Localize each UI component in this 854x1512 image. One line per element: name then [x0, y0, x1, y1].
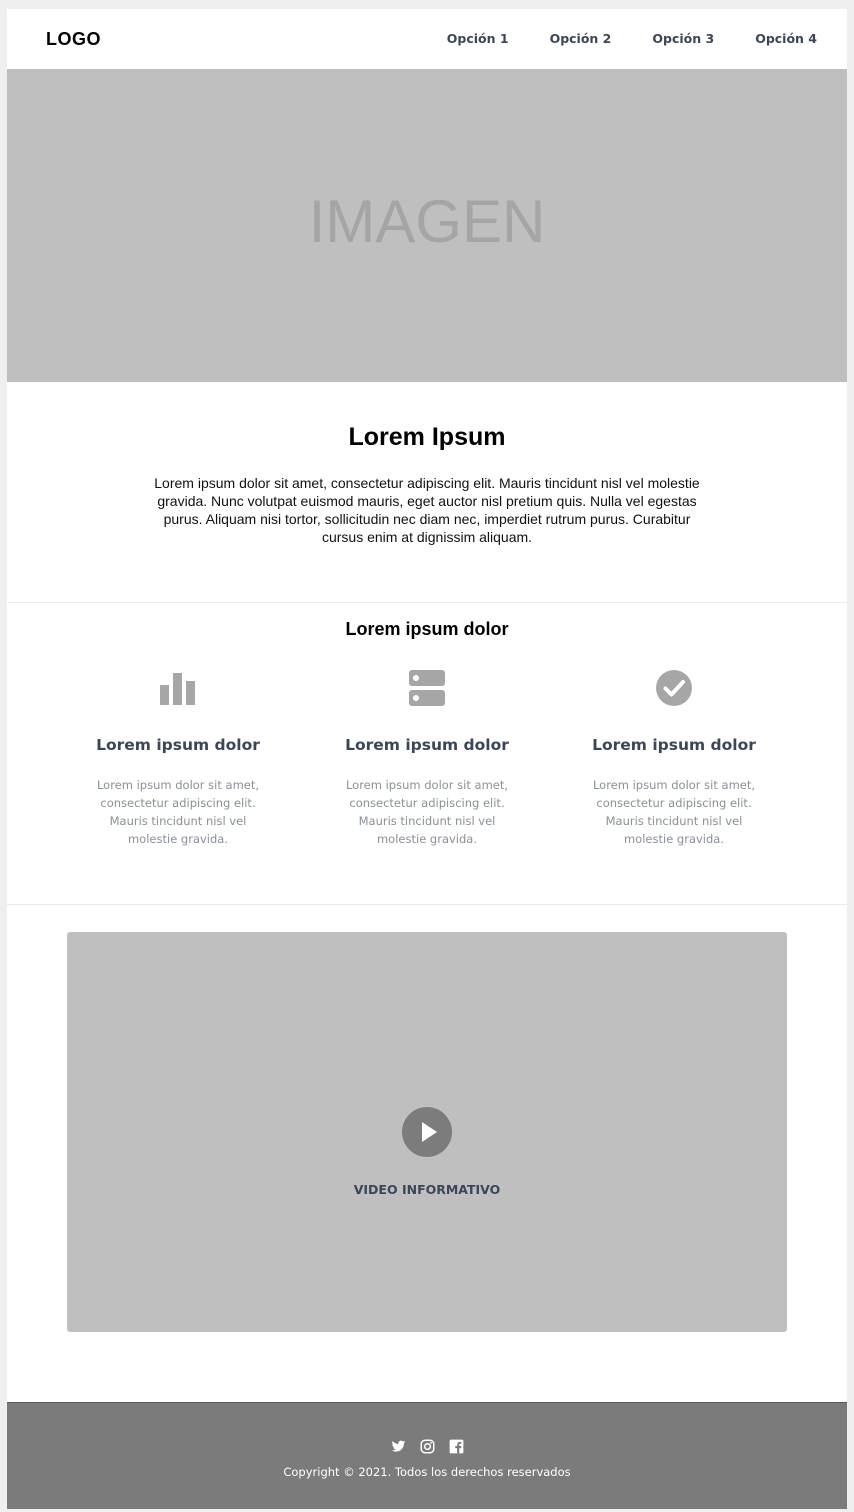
play-icon[interactable] [402, 1107, 452, 1157]
copyright-text: Copyright © 2021. Todos los derechos res… [283, 1465, 571, 1479]
main-nav: Opción 1 Opción 2 Opción 3 Opción 4 [406, 31, 817, 46]
feature-body: Lorem ipsum dolor sit amet, consectetur … [345, 778, 509, 846]
check-circle-icon [579, 664, 769, 712]
site-header: LOGO Opción 1 Opción 2 Opción 3 Opción 4 [7, 9, 847, 69]
server-icon [332, 664, 522, 712]
feature-body: Lorem ipsum dolor sit amet, consectetur … [96, 778, 260, 846]
nav-option-4[interactable]: Opción 4 [755, 31, 817, 46]
video-player[interactable]: VIDEO INFORMATIVO [67, 932, 787, 1332]
feature-card: Lorem ipsum dolor Lorem ipsum dolor sit … [579, 664, 769, 848]
instagram-icon[interactable] [420, 1439, 435, 1454]
hero-image-placeholder: IMAGEN [7, 69, 847, 382]
feature-title: Lorem ipsum dolor [96, 736, 260, 754]
feature-body: Lorem ipsum dolor sit amet, consectetur … [592, 778, 756, 846]
page: LOGO Opción 1 Opción 2 Opción 3 Opción 4… [7, 9, 847, 1509]
feature-title: Lorem ipsum dolor [592, 736, 756, 754]
site-footer: Copyright © 2021. Todos los derechos res… [7, 1402, 847, 1509]
intro-body: Lorem ipsum dolor sit amet, consectetur … [154, 475, 700, 545]
social-links [7, 1439, 847, 1454]
feature-card: Lorem ipsum dolor Lorem ipsum dolor sit … [332, 664, 522, 848]
section-divider [7, 602, 847, 603]
section-divider [7, 904, 847, 905]
hero-placeholder-text: IMAGEN [308, 188, 546, 255]
intro-title: Lorem Ipsum [348, 423, 506, 451]
nav-option-2[interactable]: Opción 2 [550, 31, 612, 46]
nav-option-1[interactable]: Opción 1 [447, 31, 509, 46]
feature-card: Lorem ipsum dolor Lorem ipsum dolor sit … [83, 664, 273, 848]
video-label: VIDEO INFORMATIVO [353, 1182, 501, 1197]
nav-option-3[interactable]: Opción 3 [652, 31, 714, 46]
feature-title: Lorem ipsum dolor [345, 736, 509, 754]
bar-chart-icon [83, 664, 273, 712]
twitter-icon[interactable] [391, 1439, 406, 1454]
facebook-icon[interactable] [449, 1439, 464, 1454]
logo[interactable]: LOGO [46, 29, 101, 50]
features-title: Lorem ipsum dolor [345, 619, 509, 639]
